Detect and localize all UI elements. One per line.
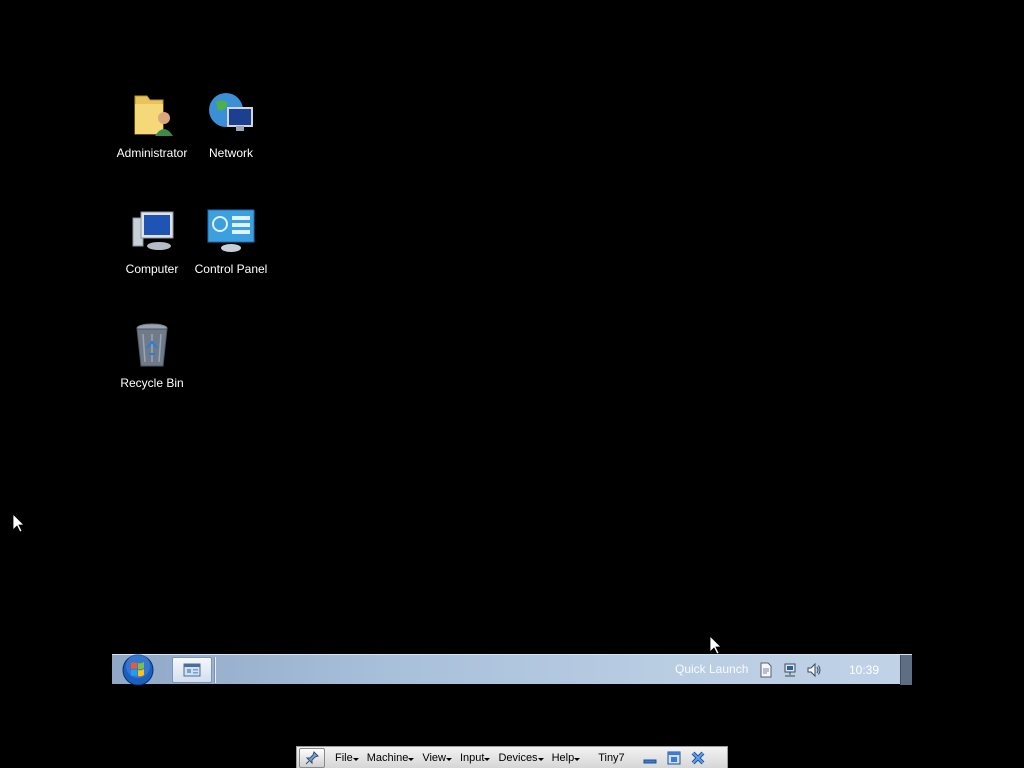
volume-icon[interactable] [806,662,822,678]
pin-icon [305,750,319,764]
desktop-icon-computer[interactable]: Computer [110,206,194,276]
taskbar-app-button[interactable] [172,657,212,683]
desktop-icon-label: Computer [125,262,179,276]
taskbar: Quick Launch 10:39 [112,654,912,686]
start-button[interactable] [120,654,156,686]
menu-input[interactable]: Input [460,752,491,764]
desktop-icon-administrator[interactable]: Administrator [110,90,194,160]
menu-help[interactable]: Help [552,752,580,764]
user-folder-icon [134,95,173,136]
menu-file[interactable]: File [335,752,359,764]
clock[interactable]: 10:39 [849,663,879,677]
network-tray-icon[interactable] [782,662,798,678]
minimize-button[interactable] [641,749,659,767]
restore-button[interactable] [665,749,683,767]
minimize-icon [643,759,657,763]
close-button[interactable] [689,749,707,767]
network-icon [209,93,253,131]
start-orb-icon [122,654,154,686]
computer-icon [132,211,174,250]
quick-launch-label[interactable]: Quick Launch [675,662,748,676]
desktop-icon-label: Recycle Bin [120,376,184,390]
desktop-icon-control-panel[interactable]: Control Panel [189,206,273,276]
mouse-cursor-icon [13,514,25,533]
restore-icon [667,751,681,764]
desktop-icon-label: Network [208,146,253,160]
desktop-icon-label: Administrator [116,146,188,160]
recycle-bin-icon [136,323,168,367]
vm-name: Tiny7 [598,751,625,764]
menu-devices[interactable]: Devices [498,752,544,764]
document-icon[interactable] [758,662,774,678]
control-panel-icon [207,209,255,252]
vm-mini-toolbar: File Machine View Input Devices Help Tin… [296,746,728,768]
desktop-icon-label: Control Panel [194,262,268,276]
mouse-cursor-icon [710,636,722,655]
taskbar-separator[interactable] [214,657,216,683]
pin-button[interactable] [299,747,325,768]
show-desktop-button[interactable] [900,655,912,685]
desktop-icon-recycle-bin[interactable]: Recycle Bin [110,320,194,390]
menu-view[interactable]: View [422,752,452,764]
desktop-icon-network[interactable]: Network [189,90,273,160]
menu-machine[interactable]: Machine [367,752,414,764]
app-window-icon [183,663,201,677]
close-icon [691,751,705,764]
